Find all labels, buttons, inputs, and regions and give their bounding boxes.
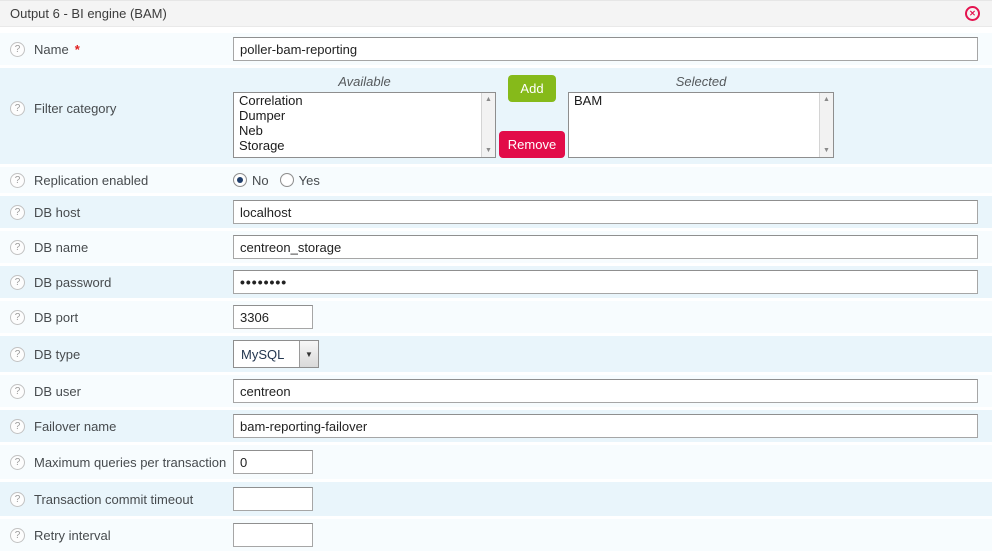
field-label: Filter category: [34, 101, 116, 116]
form-row-replication: ? Replication enabled No Yes: [0, 167, 992, 193]
replication-yes-radio[interactable]: [280, 173, 294, 187]
scrollbar[interactable]: ▲ ▼: [819, 93, 833, 157]
field-label: Maximum queries per transaction: [34, 455, 226, 470]
list-option[interactable]: BAM: [569, 93, 833, 108]
form-row-max-queries: ? Maximum queries per transaction: [0, 445, 992, 479]
scroll-up-icon[interactable]: ▲: [820, 96, 833, 103]
required-asterisk: *: [75, 42, 80, 57]
form-row-db-host: ? DB host: [0, 196, 992, 228]
field-label-cell: ? DB password: [0, 275, 233, 290]
help-icon[interactable]: ?: [10, 173, 25, 188]
scroll-down-icon[interactable]: ▼: [482, 147, 495, 154]
db-port-input[interactable]: [233, 305, 313, 329]
field-label: DB type: [34, 347, 80, 362]
help-icon[interactable]: ?: [10, 240, 25, 255]
help-icon[interactable]: ?: [10, 42, 25, 57]
list-option[interactable]: Correlation: [234, 93, 495, 108]
list-option[interactable]: Dumper: [234, 108, 495, 123]
form-row-retry-interval: ? Retry interval: [0, 519, 992, 551]
form-row-name: ? Name *: [0, 33, 992, 65]
dropdown-arrow-icon: ▼: [299, 341, 318, 367]
output-config-panel: Output 6 - BI engine (BAM) ✕ ? Name * ? …: [0, 0, 992, 551]
help-icon[interactable]: ?: [10, 492, 25, 507]
scrollbar[interactable]: ▲ ▼: [481, 93, 495, 157]
field-label: DB name: [34, 240, 88, 255]
field-label: Replication enabled: [34, 173, 148, 188]
field-label: Name: [34, 42, 69, 57]
scroll-down-icon[interactable]: ▼: [820, 147, 833, 154]
scroll-up-icon[interactable]: ▲: [482, 96, 495, 103]
help-icon[interactable]: ?: [10, 419, 25, 434]
select-value: MySQL: [234, 347, 284, 362]
help-icon[interactable]: ?: [10, 310, 25, 325]
form-row-filter-category: ? Filter category Available Correlation …: [0, 68, 992, 164]
output-form: ? Name * ? Filter category Available Cor…: [0, 27, 992, 551]
form-row-db-user: ? DB user: [0, 375, 992, 407]
field-label-cell: ? Maximum queries per transaction: [0, 455, 233, 470]
form-row-db-type: ? DB type MySQL ▼: [0, 336, 992, 372]
field-label: Failover name: [34, 419, 116, 434]
db-name-input[interactable]: [233, 235, 978, 259]
form-row-db-port: ? DB port: [0, 301, 992, 333]
selected-label: Selected: [568, 73, 834, 92]
db-password-input[interactable]: [233, 270, 978, 294]
db-host-input[interactable]: [233, 200, 978, 224]
replication-radio-group: No Yes: [233, 173, 326, 188]
help-icon[interactable]: ?: [10, 101, 25, 116]
field-label: Transaction commit timeout: [34, 492, 193, 507]
add-button[interactable]: Add: [508, 75, 555, 102]
help-icon[interactable]: ?: [10, 275, 25, 290]
radio-label-yes: Yes: [299, 173, 320, 188]
field-label: DB port: [34, 310, 78, 325]
panel-header: Output 6 - BI engine (BAM) ✕: [0, 0, 992, 27]
help-icon[interactable]: ?: [10, 528, 25, 543]
form-row-failover-name: ? Failover name: [0, 410, 992, 442]
commit-timeout-input[interactable]: [233, 487, 313, 511]
field-label-cell: ? Replication enabled: [0, 173, 233, 188]
form-row-db-name: ? DB name: [0, 231, 992, 263]
form-row-db-password: ? DB password: [0, 266, 992, 298]
retry-interval-input[interactable]: [233, 523, 313, 547]
filter-category-dual-list: Available Correlation Dumper Neb Storage…: [233, 73, 834, 158]
replication-no-radio[interactable]: [233, 173, 247, 187]
db-type-select[interactable]: MySQL ▼: [233, 340, 319, 368]
selected-listbox[interactable]: BAM ▲ ▼: [568, 92, 834, 158]
field-label-cell: ? Retry interval: [0, 528, 233, 543]
max-queries-input[interactable]: [233, 450, 313, 474]
field-label-cell: ? DB name: [0, 240, 233, 255]
remove-button[interactable]: Remove: [499, 131, 565, 158]
radio-label-no: No: [252, 173, 269, 188]
field-label: DB user: [34, 384, 81, 399]
help-icon[interactable]: ?: [10, 347, 25, 362]
field-label-cell: ? Failover name: [0, 419, 233, 434]
field-label-cell: ? Filter category: [0, 73, 233, 116]
list-option[interactable]: Neb: [234, 123, 495, 138]
available-label: Available: [233, 73, 496, 92]
list-option[interactable]: Storage: [234, 138, 495, 153]
field-label-cell: ? Transaction commit timeout: [0, 492, 233, 507]
panel-title: Output 6 - BI engine (BAM): [10, 6, 167, 21]
field-label: DB host: [34, 205, 80, 220]
field-label-cell: ? DB port: [0, 310, 233, 325]
field-label: Retry interval: [34, 528, 111, 543]
dual-list-buttons: Add Remove: [496, 73, 568, 158]
help-icon[interactable]: ?: [10, 205, 25, 220]
available-listbox[interactable]: Correlation Dumper Neb Storage ▲ ▼: [233, 92, 496, 158]
field-label-cell: ? Name *: [0, 42, 233, 57]
field-label-cell: ? DB type: [0, 347, 233, 362]
field-label-cell: ? DB host: [0, 205, 233, 220]
name-input[interactable]: [233, 37, 978, 61]
help-icon[interactable]: ?: [10, 384, 25, 399]
close-icon[interactable]: ✕: [965, 6, 980, 21]
failover-name-input[interactable]: [233, 414, 978, 438]
field-label: DB password: [34, 275, 111, 290]
help-icon[interactable]: ?: [10, 455, 25, 470]
field-label-cell: ? DB user: [0, 384, 233, 399]
form-row-commit-timeout: ? Transaction commit timeout: [0, 482, 992, 516]
db-user-input[interactable]: [233, 379, 978, 403]
